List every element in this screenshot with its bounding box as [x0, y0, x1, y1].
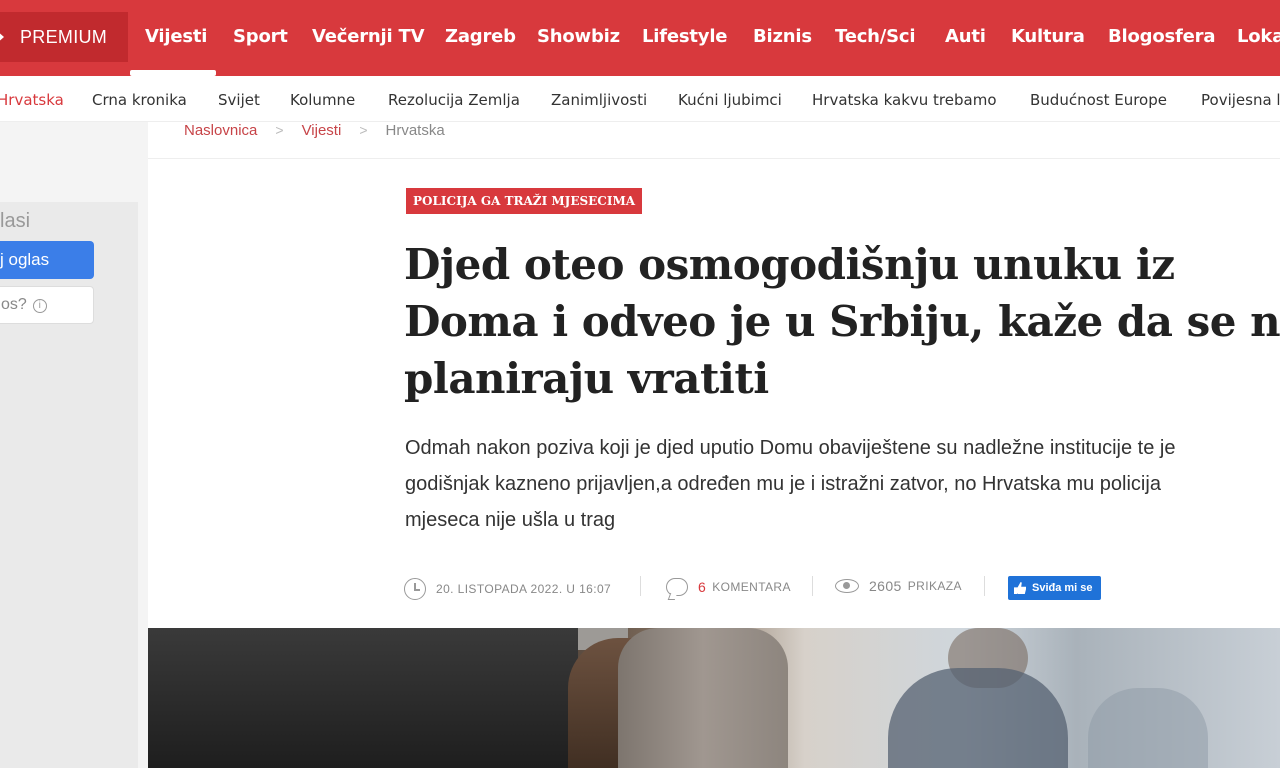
- headline-line: Doma i odveo je u Srbiju, kaže da se ne: [404, 297, 1280, 346]
- comments-link[interactable]: 6 KOMENTARA: [666, 578, 791, 596]
- subnav-item-kucni-ljubimci[interactable]: Kućni ljubimci: [678, 91, 782, 109]
- ads-heading: lasi: [0, 210, 31, 232]
- publish-date: 20. LISTOPADA 2022. U 16:07: [404, 578, 611, 600]
- eye-icon: [835, 579, 859, 593]
- thumbs-up-icon: [1014, 582, 1026, 594]
- article-kicker[interactable]: POLICIJA GA TRAŽI MJESECIMA: [406, 188, 643, 214]
- comment-icon: [666, 578, 688, 596]
- headline-line: Djed oteo osmogodišnju unuku iz: [404, 240, 1175, 289]
- article-headline: Djed oteo osmogodišnju unuku iz Doma i o…: [404, 236, 1280, 407]
- subnav-item-crna-kronika[interactable]: Crna kronika: [92, 91, 187, 109]
- facebook-like-button[interactable]: Sviđa mi se: [1008, 576, 1101, 600]
- subnav-item-hrvatska-kakvu-trebamo[interactable]: Hrvatska kakvu trebamo: [812, 91, 997, 109]
- subnav-item-rezolucija-zemlja[interactable]: Rezolucija Zemlja: [388, 91, 520, 109]
- lead-line: mjeseca nije ušla u trag: [405, 509, 616, 531]
- ads-info-button[interactable]: os? i: [0, 286, 94, 324]
- views-label: PRIKAZA: [907, 579, 962, 593]
- like-label: Sviđa mi se: [1032, 582, 1093, 594]
- nav-item-showbiz[interactable]: Showbiz: [537, 26, 620, 47]
- headline-line: planiraju vratiti: [404, 354, 769, 403]
- views-number: 2605: [869, 578, 902, 594]
- meta-divider: [812, 576, 813, 596]
- article-header: Naslovnica > Vijesti > Hrvatska POLICIJA GA …: [148, 122, 1280, 628]
- chevron-right-icon: >: [275, 122, 284, 138]
- meta-divider: [984, 576, 985, 596]
- lead-line: Odmah nakon poziva koji je djed uputio D…: [405, 437, 1176, 459]
- photo-detail: [1088, 688, 1208, 768]
- premium-logo-icon: [0, 30, 12, 44]
- meta-divider: [640, 576, 641, 596]
- photo-detail: [618, 628, 788, 768]
- nav-item-lifestyle[interactable]: Lifestyle: [642, 26, 728, 47]
- left-sidebar: lasi j oglas os? i: [0, 122, 148, 768]
- nav-item-blogosfera[interactable]: Blogosfera: [1108, 26, 1215, 47]
- nav-item-vecernji-tv[interactable]: Večernji TV: [312, 26, 425, 47]
- comments-count: 6: [698, 579, 707, 595]
- subnav-item-zanimljivosti[interactable]: Zanimljivosti: [551, 91, 647, 109]
- premium-button[interactable]: PREMIUM: [0, 12, 128, 62]
- breadcrumb-naslovnica[interactable]: Naslovnica: [184, 122, 257, 139]
- nav-item-lokalno[interactable]: Loka: [1237, 26, 1280, 47]
- divider: [148, 158, 1280, 159]
- photo-detail: [148, 628, 578, 768]
- subnav-item-kolumne[interactable]: Kolumne: [290, 91, 355, 109]
- breadcrumb: Naslovnica > Vijesti > Hrvatska: [184, 122, 445, 139]
- top-navigation: PREMIUM Vijesti Sport Večernji TV Zagreb…: [0, 0, 1280, 76]
- post-ad-label: j oglas: [0, 250, 50, 269]
- nav-item-zagreb[interactable]: Zagreb: [445, 26, 516, 47]
- subnav-item-povijesna[interactable]: Povijesna l: [1201, 91, 1280, 109]
- clock-icon: [404, 578, 426, 600]
- nav-item-auti[interactable]: Auti: [945, 26, 986, 47]
- ads-info-label: os?: [1, 296, 27, 313]
- nav-item-sport[interactable]: Sport: [233, 26, 288, 47]
- views-count: 2605 PRIKAZA: [835, 578, 962, 594]
- comments-label: KOMENTARA: [712, 580, 791, 594]
- post-ad-button[interactable]: j oglas: [0, 241, 94, 279]
- subnav-item-svijet[interactable]: Svijet: [218, 91, 260, 109]
- premium-label: PREMIUM: [20, 26, 108, 47]
- subnav-item-hrvatska[interactable]: Hrvatska: [0, 91, 64, 109]
- page: PREMIUM Vijesti Sport Večernji TV Zagreb…: [0, 0, 1280, 768]
- nav-item-tech-sci[interactable]: Tech/Sci: [835, 26, 916, 47]
- chevron-right-icon: >: [359, 122, 368, 138]
- nav-item-biznis[interactable]: Biznis: [753, 26, 812, 47]
- nav-item-vijesti[interactable]: Vijesti: [145, 26, 207, 47]
- info-icon: i: [32, 299, 47, 313]
- publish-date-text: 20. LISTOPADA 2022. U 16:07: [436, 582, 612, 596]
- lead-line: godišnjak kazneno prijavljen,a određen m…: [405, 473, 1161, 495]
- sub-navigation: Hrvatska Crna kronika Svijet Kolumne Rez…: [0, 76, 1280, 122]
- breadcrumb-vijesti[interactable]: Vijesti: [302, 122, 342, 139]
- subnav-item-buducnost-europe[interactable]: Budućnost Europe: [1030, 91, 1167, 109]
- article-photo[interactable]: [148, 628, 1280, 768]
- nav-item-kultura[interactable]: Kultura: [1011, 26, 1085, 47]
- article-lead: Odmah nakon poziva koji je djed uputio D…: [405, 430, 1280, 538]
- breadcrumb-hrvatska[interactable]: Hrvatska: [386, 122, 445, 139]
- photo-detail: [888, 668, 1068, 768]
